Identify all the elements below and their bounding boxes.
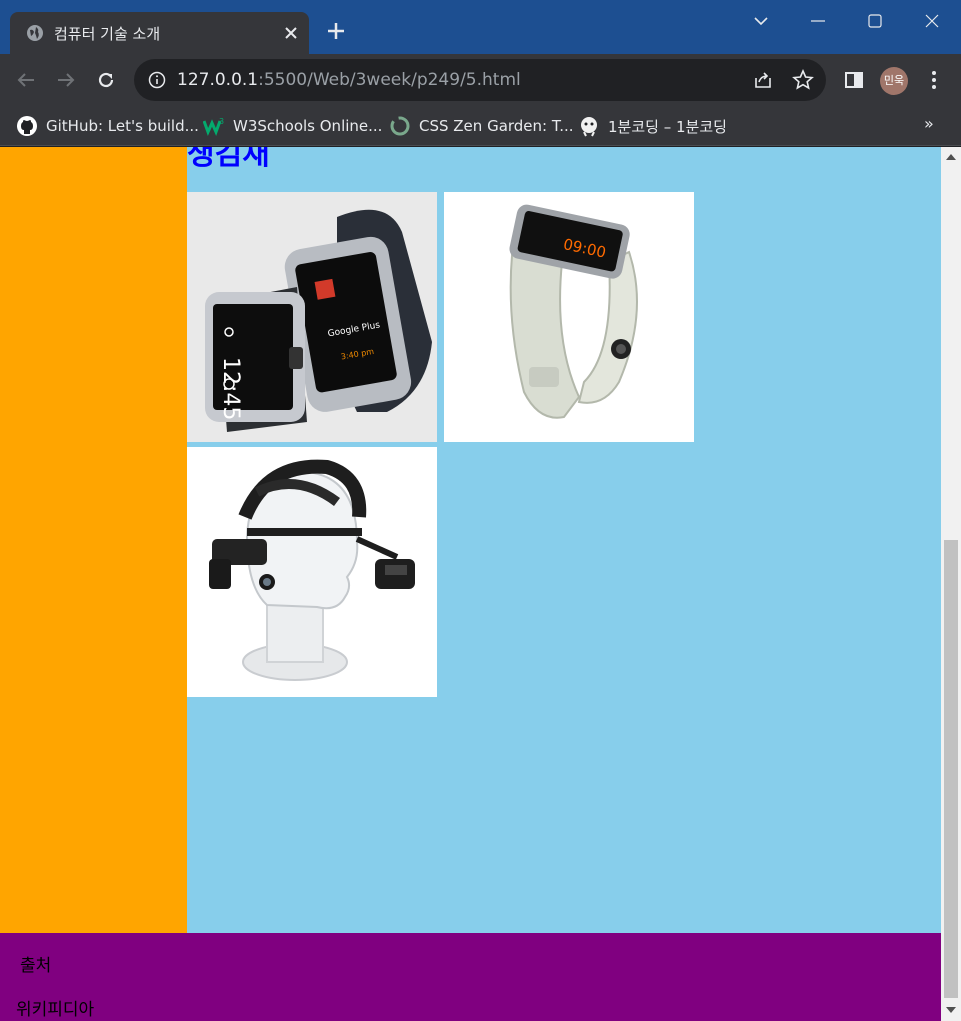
globe-icon bbox=[27, 25, 43, 41]
svg-text:3: 3 bbox=[219, 117, 224, 126]
side-panel-button[interactable] bbox=[840, 66, 868, 94]
bookmark-star-icon[interactable] bbox=[792, 69, 814, 91]
w3schools-icon: 3 bbox=[203, 117, 224, 137]
bookmark-css-zen-garden[interactable]: CSS Zen Garden: T... bbox=[389, 114, 574, 138]
side-panel-icon bbox=[845, 72, 863, 88]
gear-2-smartwatch-image: Google Plus 3:40 pm 12:45 bbox=[187, 192, 437, 442]
reload-icon bbox=[98, 72, 114, 88]
back-button[interactable] bbox=[12, 66, 40, 94]
share-icon[interactable] bbox=[752, 69, 774, 91]
bookmarks-overflow-button[interactable]: » bbox=[924, 114, 934, 133]
close-icon bbox=[925, 14, 939, 28]
section-heading: 생김새 bbox=[187, 147, 270, 172]
main-content: 생김새 Google Plus 3:40 pm 12:45 09:00 bbox=[187, 147, 941, 933]
address-bar[interactable]: 127.0.0.1:5500/Web/3week/p249/5.html bbox=[134, 59, 826, 101]
page-footer: 출처 위키피디아 bbox=[0, 933, 941, 1021]
url-text[interactable]: 127.0.0.1:5500/Web/3week/p249/5.html bbox=[177, 70, 521, 90]
forward-arrow-icon bbox=[58, 73, 75, 87]
bookmark-label: 1분코딩 – 1분코딩 bbox=[608, 117, 727, 136]
browser-tab[interactable]: 컴퓨터 기술 소개 bbox=[10, 12, 309, 54]
scrollbar-thumb[interactable] bbox=[944, 540, 958, 998]
tab-search-button[interactable] bbox=[738, 6, 784, 36]
github-icon bbox=[17, 116, 37, 136]
scroll-up-arrow-icon[interactable] bbox=[946, 154, 956, 160]
left-sidebar bbox=[0, 147, 187, 933]
chevron-down-icon bbox=[754, 17, 768, 26]
bookmark-w3schools[interactable]: 3 W3Schools Online... bbox=[203, 114, 382, 138]
more-vert-icon bbox=[932, 71, 936, 89]
close-tab-icon[interactable] bbox=[282, 24, 300, 42]
browser-toolbar: 127.0.0.1:5500/Web/3week/p249/5.html bbox=[0, 54, 961, 106]
minimize-icon bbox=[811, 20, 825, 22]
zen-garden-icon bbox=[390, 116, 410, 136]
maximize-button[interactable] bbox=[852, 6, 898, 36]
scroll-down-arrow-icon[interactable] bbox=[946, 1007, 956, 1013]
new-tab-icon[interactable] bbox=[325, 20, 347, 42]
1bun-coding-icon bbox=[581, 117, 597, 137]
forward-button[interactable] bbox=[52, 66, 80, 94]
bookmarks-bar: GitHub: Let's build... 3 W3Schools Onlin… bbox=[0, 106, 961, 146]
bookmark-github[interactable]: GitHub: Let's build... bbox=[16, 114, 199, 138]
head-mounted-display-image bbox=[187, 447, 437, 697]
maximize-icon bbox=[868, 14, 882, 28]
galaxy-gear-watch-image: 09:00 bbox=[444, 192, 694, 442]
browser-title-bar: 컴퓨터 기술 소개 bbox=[0, 0, 961, 54]
close-window-button[interactable] bbox=[909, 6, 955, 36]
bookmark-label: GitHub: Let's build... bbox=[46, 117, 199, 135]
profile-avatar[interactable]: 민욱 bbox=[880, 67, 908, 95]
tab-title: 컴퓨터 기술 소개 bbox=[54, 25, 161, 43]
url-host: 127.0.0.1 bbox=[177, 70, 259, 90]
url-path: :5500/Web/3week/p249/5.html bbox=[258, 70, 521, 90]
vertical-scrollbar[interactable] bbox=[941, 147, 961, 1021]
footer-source-label: 출처 bbox=[20, 956, 52, 976]
site-info-icon[interactable] bbox=[148, 71, 166, 89]
page-viewport: 생김새 Google Plus 3:40 pm 12:45 09:00 출처 위… bbox=[0, 147, 941, 1021]
bookmark-label: W3Schools Online... bbox=[233, 117, 383, 135]
footer-source-value: 위키피디아 bbox=[16, 1000, 95, 1020]
bookmark-1bun-coding[interactable]: 1분코딩 – 1분코딩 bbox=[578, 114, 727, 138]
back-arrow-icon bbox=[17, 73, 34, 87]
browser-menu-button[interactable] bbox=[920, 66, 948, 94]
reload-button[interactable] bbox=[92, 66, 120, 94]
bookmark-label: CSS Zen Garden: T... bbox=[419, 117, 574, 135]
minimize-button[interactable] bbox=[795, 6, 841, 36]
